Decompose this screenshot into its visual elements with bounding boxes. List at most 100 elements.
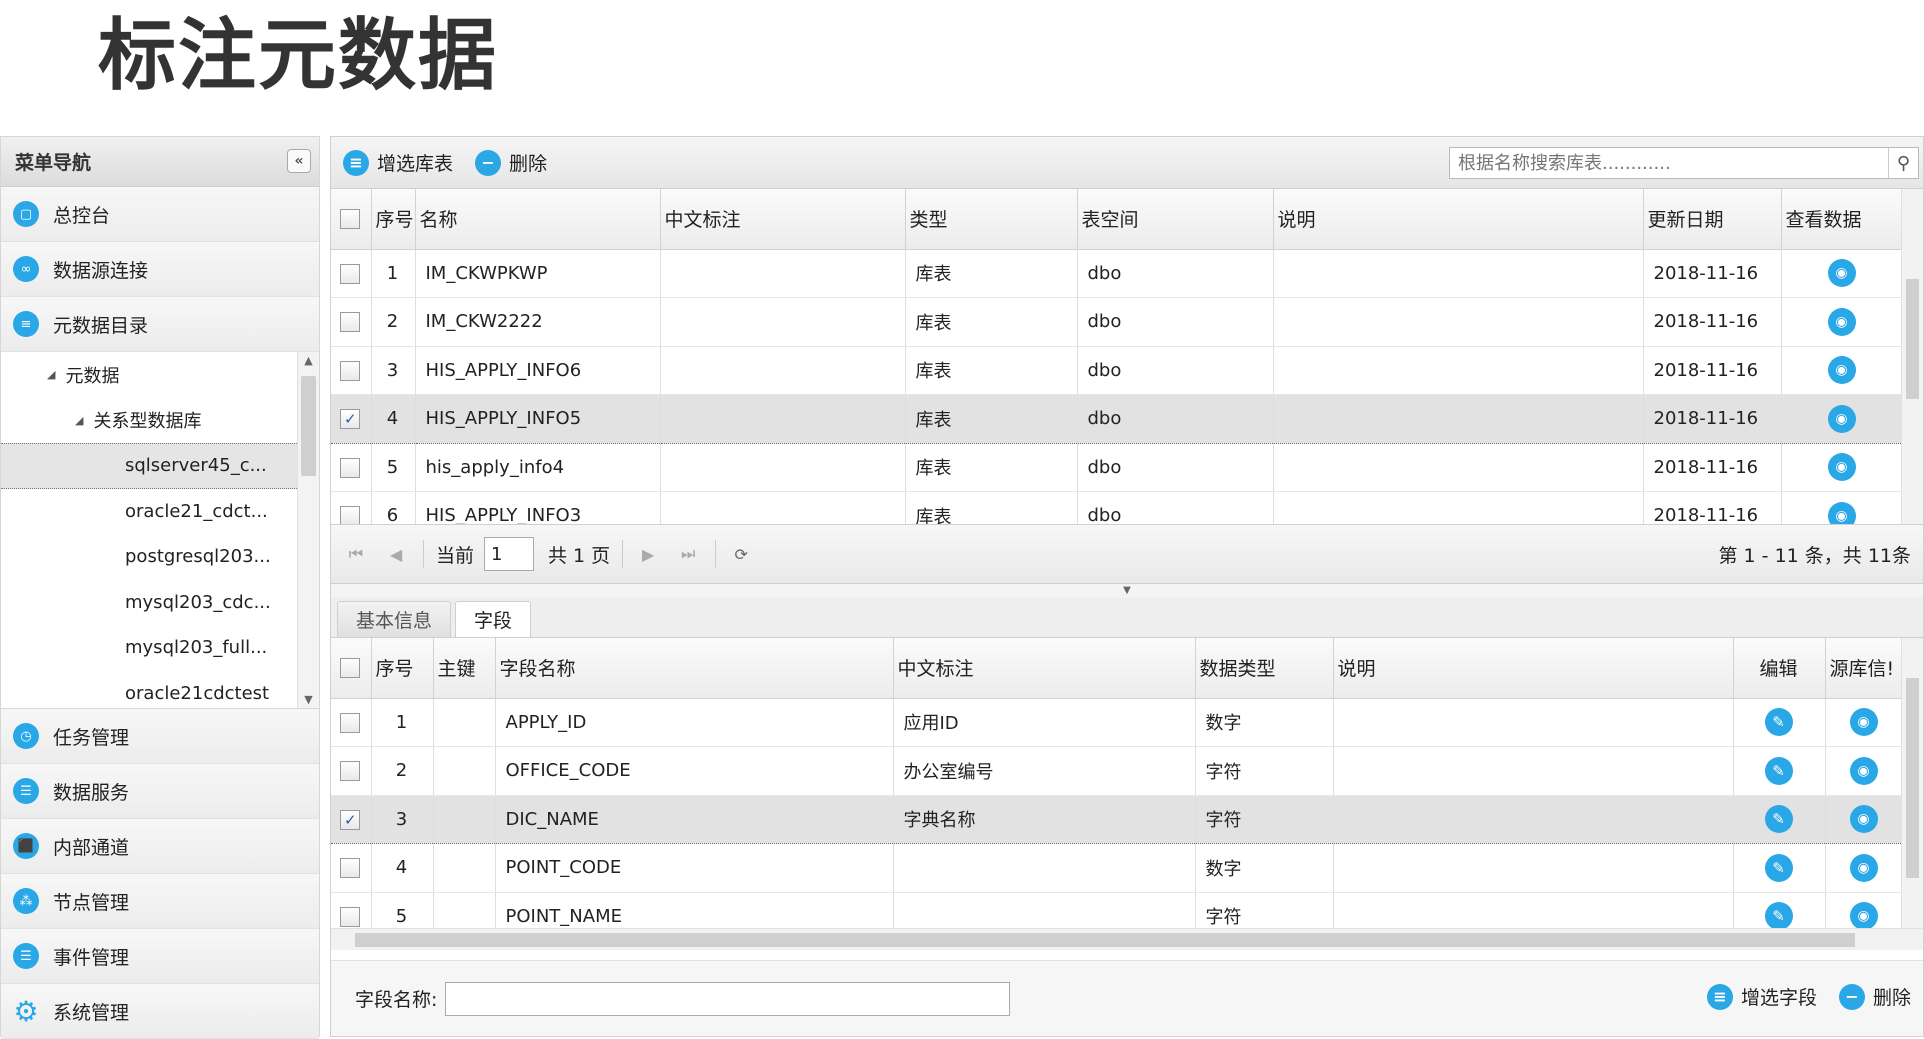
tab-fields[interactable]: 字段 xyxy=(455,601,532,637)
field-grid-header: 序号 主键 字段名称 中文标注 数据类型 说明 编辑 源库信! xyxy=(331,638,1903,699)
source-info-icon[interactable]: ◉ xyxy=(1849,805,1878,834)
tree-scrollbar[interactable]: ▲ ▼ xyxy=(297,352,319,708)
view-data-icon[interactable]: ◉ xyxy=(1827,453,1856,482)
view-data-icon[interactable]: ◉ xyxy=(1827,356,1856,385)
tree-node[interactable]: ◢ 关系型数据库 xyxy=(1,398,297,444)
view-data-icon[interactable]: ◉ xyxy=(1827,307,1856,336)
sidebar-item[interactable]: ∞ 数据源连接 xyxy=(1,242,319,297)
field-grid-hscrollbar[interactable] xyxy=(331,928,1923,950)
col-header[interactable]: 数据类型 xyxy=(1195,638,1334,699)
tree-node[interactable]: mysql203_full... xyxy=(1,625,297,671)
col-header[interactable]: 说明 xyxy=(1273,189,1644,250)
col-header[interactable]: 名称 xyxy=(415,189,661,250)
next-page-icon[interactable]: ▶ xyxy=(635,541,661,567)
row-checkbox[interactable] xyxy=(331,346,372,395)
col-header[interactable]: 中文标注 xyxy=(893,638,1196,699)
table-row[interactable]: 1 IM_CKWPKWP 库表 dbo 2018-11-16 ◉ xyxy=(331,249,1903,298)
expand-icon[interactable]: ◢ xyxy=(47,368,55,381)
col-header[interactable]: 字段名称 xyxy=(495,638,894,699)
sidebar-item[interactable]: ☰ 数据服务 xyxy=(1,764,319,819)
col-header[interactable]: 源库信! xyxy=(1825,638,1903,699)
view-data-icon[interactable]: ◉ xyxy=(1827,259,1856,288)
search-input[interactable] xyxy=(1456,151,1888,175)
tree-node[interactable]: postgresql203... xyxy=(1,534,297,580)
expand-icon[interactable]: ◢ xyxy=(75,414,83,427)
col-header[interactable]: 编辑 xyxy=(1733,638,1826,699)
table-row[interactable]: 5 his_apply_info4 库表 dbo 2018-11-16 ◉ xyxy=(331,443,1903,492)
source-info-icon[interactable]: ◉ xyxy=(1849,853,1878,882)
tree-node[interactable]: mysql203_cdc... xyxy=(1,580,297,626)
add-field-button[interactable]: ≡ 增选字段 xyxy=(1706,983,1817,1010)
row-checkbox[interactable] xyxy=(331,843,372,893)
edit-icon[interactable]: ✎ xyxy=(1764,853,1793,882)
edit-icon[interactable]: ✎ xyxy=(1764,902,1793,928)
edit-icon[interactable]: ✎ xyxy=(1764,805,1793,834)
edit-icon[interactable]: ✎ xyxy=(1764,756,1793,785)
row-checkbox[interactable] xyxy=(331,297,372,347)
field-row[interactable]: 1 APPLY_ID 应用ID 数字 ✎ ◉ xyxy=(331,698,1903,747)
menu-icon: ⬛ xyxy=(13,833,39,859)
col-header[interactable]: 序号 xyxy=(371,189,416,250)
collapse-sidebar-button[interactable]: « xyxy=(287,149,311,173)
select-all-fields-checkbox[interactable] xyxy=(331,638,372,699)
first-page-icon[interactable]: ⏮ xyxy=(343,541,369,567)
col-header[interactable]: 更新日期 xyxy=(1643,189,1782,250)
field-row[interactable]: 5 POINT_NAME 字符 ✎ ◉ xyxy=(331,892,1903,928)
col-header[interactable]: 中文标注 xyxy=(660,189,906,250)
source-info-icon[interactable]: ◉ xyxy=(1849,708,1878,737)
edit-icon[interactable]: ✎ xyxy=(1764,708,1793,737)
row-checkbox[interactable] xyxy=(331,443,372,492)
row-checkbox[interactable]: ✓ xyxy=(331,394,372,444)
table-row[interactable]: 3 HIS_APPLY_INFO6 库表 dbo 2018-11-16 ◉ xyxy=(331,346,1903,395)
table-row[interactable]: ✓ 4 HIS_APPLY_INFO5 库表 dbo 2018-11-16 ◉ xyxy=(331,394,1903,444)
row-checkbox[interactable] xyxy=(331,746,372,796)
row-checkbox[interactable] xyxy=(331,249,372,298)
row-checkbox[interactable] xyxy=(331,698,372,747)
search-icon[interactable]: ⚲ xyxy=(1888,148,1918,178)
col-header[interactable]: 查看数据 xyxy=(1781,189,1903,250)
table-grid-scrollbar[interactable] xyxy=(1901,189,1923,524)
sidebar-item[interactable]: ≡ 元数据目录 xyxy=(1,297,319,352)
row-checkbox[interactable]: ✓ xyxy=(331,794,372,844)
sidebar-item[interactable]: ⚙ 系统管理 xyxy=(1,984,319,1039)
last-page-icon[interactable]: ⏭ xyxy=(675,541,701,567)
table-row[interactable]: 2 IM_CKW2222 库表 dbo 2018-11-16 ◉ xyxy=(331,297,1903,347)
field-grid-scrollbar[interactable] xyxy=(1901,638,1923,928)
tab-basic-info[interactable]: 基本信息 xyxy=(337,601,452,637)
col-header[interactable]: 说明 xyxy=(1333,638,1734,699)
sidebar-item[interactable]: ▢ 总控台 xyxy=(1,187,319,242)
field-row[interactable]: 4 POINT_CODE 数字 ✎ ◉ xyxy=(331,843,1903,893)
tree-node[interactable]: sqlserver45_c... xyxy=(1,443,297,489)
field-name-input[interactable] xyxy=(445,981,1011,1016)
refresh-icon[interactable]: ⟳ xyxy=(728,541,754,567)
field-row[interactable]: 2 OFFICE_CODE 办公室编号 字符 ✎ ◉ xyxy=(331,746,1903,796)
row-checkbox[interactable] xyxy=(331,892,372,928)
split-handle[interactable]: ▼ xyxy=(331,584,1923,598)
sidebar-item-label: 节点管理 xyxy=(53,891,130,914)
delete-table-button[interactable]: − 删除 xyxy=(475,149,547,176)
col-header[interactable]: 类型 xyxy=(905,189,1078,250)
delete-field-button[interactable]: − 删除 xyxy=(1838,983,1911,1010)
sidebar-item[interactable]: ⬛ 内部通道 xyxy=(1,819,319,874)
col-header[interactable]: 表空间 xyxy=(1077,189,1274,250)
table-grid: 序号 名称 中文标注 类型 表空间 说明 更新日期 查看数据 1 IM_CKWPK… xyxy=(331,189,1903,524)
sidebar-item[interactable]: ⁂ 节点管理 xyxy=(1,874,319,929)
col-header[interactable]: 序号 xyxy=(371,638,434,699)
view-data-icon[interactable]: ◉ xyxy=(1827,501,1856,524)
tree-node[interactable]: oracle21cdctest xyxy=(1,671,297,709)
select-all-checkbox[interactable] xyxy=(331,189,372,250)
prev-page-icon[interactable]: ◀ xyxy=(383,541,409,567)
add-table-button[interactable]: ≡ 增选库表 xyxy=(343,149,453,176)
sidebar-item[interactable]: ☰ 事件管理 xyxy=(1,929,319,984)
row-checkbox[interactable] xyxy=(331,491,372,524)
tree-node[interactable]: ◢ 元数据 xyxy=(1,352,297,398)
tree-node[interactable]: oracle21_cdct... xyxy=(1,489,297,535)
source-info-icon[interactable]: ◉ xyxy=(1849,902,1878,928)
sidebar-item[interactable]: ◷ 任务管理 xyxy=(1,709,319,764)
source-info-icon[interactable]: ◉ xyxy=(1849,756,1878,785)
col-header[interactable]: 主键 xyxy=(433,638,496,699)
table-row[interactable]: 6 HIS_APPLY_INFO3 库表 dbo 2018-11-16 ◉ xyxy=(331,491,1903,524)
page-number-input[interactable]: 1 xyxy=(484,537,535,571)
view-data-icon[interactable]: ◉ xyxy=(1827,404,1856,433)
field-row[interactable]: ✓ 3 DIC_NAME 字典名称 字符 ✎ ◉ xyxy=(331,794,1903,844)
